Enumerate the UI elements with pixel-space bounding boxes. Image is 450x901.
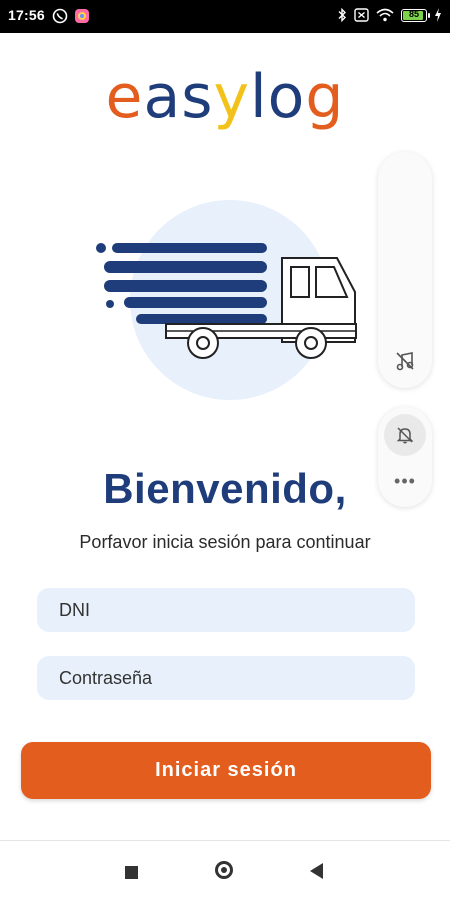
logo-letter: l [250, 62, 268, 132]
status-system-icons: 85 [337, 8, 442, 22]
speed-dot [106, 300, 114, 308]
truck-wheel-rear-hub [196, 336, 210, 350]
speed-line [136, 314, 267, 324]
speed-line [124, 297, 267, 308]
welcome-heading: Bienvenido, [103, 465, 347, 512]
whatsapp-icon [52, 8, 68, 24]
logo-letter: s [181, 62, 214, 132]
speed-line [112, 243, 267, 253]
music-off-icon[interactable] [394, 350, 416, 372]
speed-line [104, 280, 267, 292]
welcome-subtitle: Porfavor inicia sesión para continuar [79, 532, 371, 552]
wifi-icon [376, 8, 394, 22]
dni-placeholder: DNI [59, 599, 90, 620]
floating-side-panel [378, 152, 432, 388]
login-button-label: Iniciar sesión [155, 759, 297, 781]
status-time: 17:56 [8, 7, 45, 23]
status-notification-icons [52, 8, 90, 24]
bell-off-button[interactable] [384, 414, 426, 456]
charging-icon [435, 8, 441, 22]
bluetooth-icon [338, 8, 346, 22]
password-placeholder: Contraseña [59, 667, 153, 688]
logo-letter: y [213, 62, 250, 132]
battery-icon: 85 [401, 8, 430, 22]
bell-off-icon [396, 427, 414, 444]
back-icon[interactable] [310, 863, 323, 879]
logo-letter: e [105, 62, 144, 132]
no-sim-icon [354, 8, 369, 22]
system-navigation-bar [0, 840, 450, 901]
truck-window [290, 266, 310, 298]
dni-field[interactable]: DNI [37, 588, 415, 632]
delivery-truck-illustration [96, 200, 357, 400]
logo-letter: o [267, 62, 306, 132]
logo-letter: g [305, 62, 345, 132]
home-icon[interactable] [215, 861, 233, 879]
speed-line [104, 261, 267, 273]
password-field[interactable]: Contraseña [37, 656, 415, 700]
recents-icon[interactable] [125, 866, 138, 879]
login-button[interactable]: Iniciar sesión [21, 742, 431, 799]
speed-dot [96, 243, 106, 253]
app-icon [75, 9, 89, 23]
logo-letter: a [143, 62, 182, 132]
truck-wheel-front-hub [304, 336, 318, 350]
status-bar: 17:56 85 [0, 0, 450, 33]
battery-level: 85 [408, 8, 419, 19]
easylog-logo: easylog [0, 62, 450, 132]
battery-tip [428, 12, 430, 18]
